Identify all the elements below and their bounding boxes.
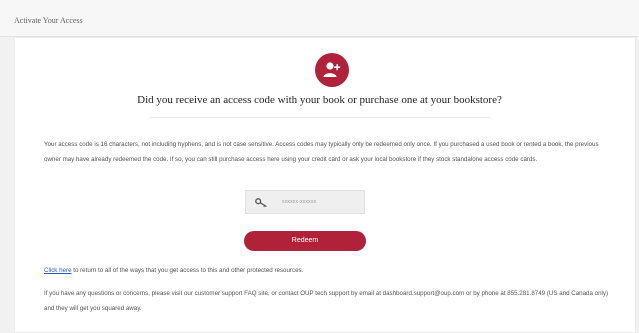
page-title: Activate Your Access: [14, 16, 83, 25]
header-bar: Activate Your Access: [0, 0, 639, 37]
access-code-input[interactable]: xxxxxx-xxxxxx: [245, 190, 365, 214]
access-code-placeholder: xxxxxx-xxxxxx: [282, 199, 317, 205]
support-text: If you have any questions or concerns, p…: [44, 290, 609, 312]
redeem-button[interactable]: Redeem: [244, 231, 366, 251]
return-line: Click here to return to all of the ways …: [44, 267, 303, 274]
access-code-question: Did you receive an access code with your…: [137, 94, 502, 106]
click-here-link[interactable]: Click here: [44, 267, 72, 274]
return-text: to return to all of the ways that you ge…: [71, 267, 304, 274]
key-icon: [255, 198, 267, 208]
add-user-icon: [315, 53, 349, 87]
access-code-description: Your access code is 16 characters, not i…: [44, 141, 599, 163]
divider: [150, 117, 490, 118]
